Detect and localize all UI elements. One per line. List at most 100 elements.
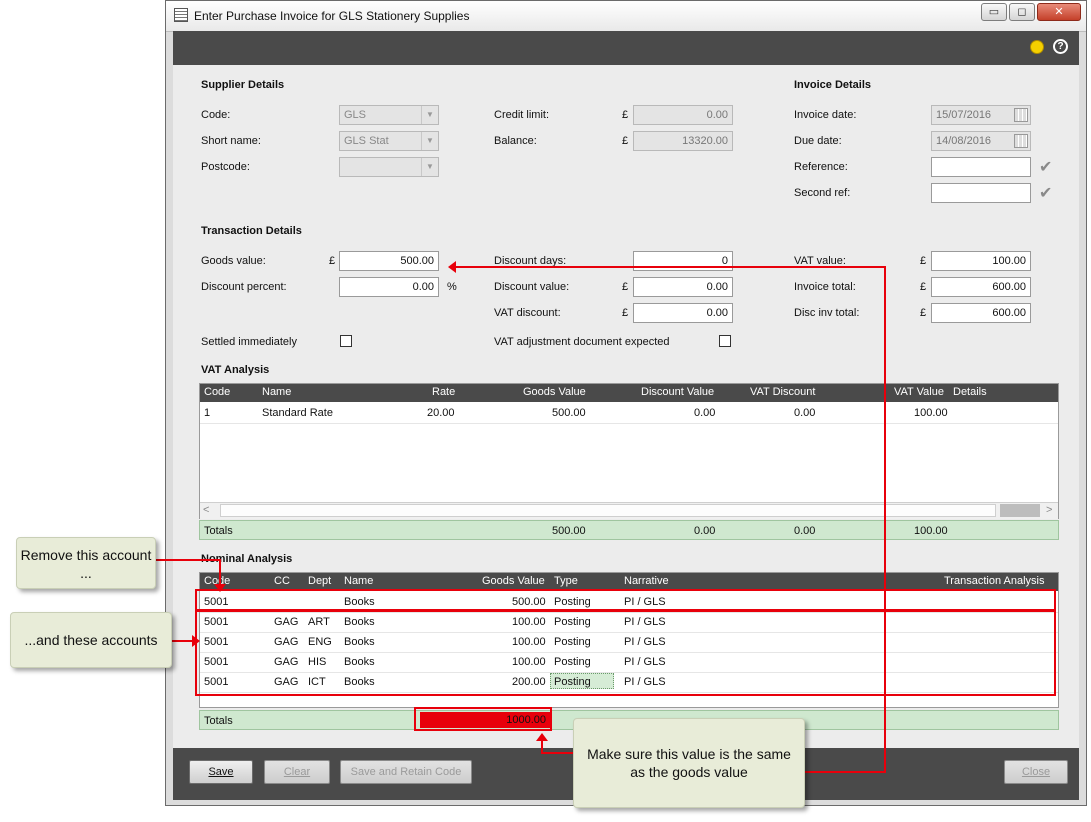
code-label: Code:: [201, 109, 231, 121]
settled-immediately-checkbox[interactable]: [340, 335, 352, 347]
smiley-icon[interactable]: [1030, 40, 1044, 54]
col-name[interactable]: Name: [262, 386, 291, 398]
vat-grid-header: Code Name Rate Goods Value Discount Valu…: [200, 384, 1058, 402]
short-name-dropdown[interactable]: GLS Stat ▼: [339, 131, 439, 151]
maximize-button[interactable]: ◻: [1009, 3, 1035, 21]
col-goods-value[interactable]: Goods Value: [482, 575, 545, 587]
col-discount-value[interactable]: Discount Value: [641, 386, 714, 398]
discount-percent-label: Discount percent:: [201, 281, 287, 293]
checkmark-icon[interactable]: ✔: [1039, 183, 1052, 203]
disc-inv-total-input[interactable]: 600.00: [931, 303, 1031, 323]
supplier-code-dropdown[interactable]: GLS ▼: [339, 105, 439, 125]
window-title: Enter Purchase Invoice for GLS Stationer…: [194, 9, 470, 23]
col-transaction-analysis[interactable]: Transaction Analysis: [944, 575, 1044, 587]
these-accounts-highlight: [195, 610, 1056, 696]
discount-value-input[interactable]: 0.00: [633, 277, 733, 297]
vat-adjustment-checkbox[interactable]: [719, 335, 731, 347]
arrow-down-icon: [214, 584, 226, 592]
invoice-total-input[interactable]: 600.00: [931, 277, 1031, 297]
short-name-label: Short name:: [201, 135, 261, 147]
calendar-icon[interactable]: [1014, 134, 1028, 148]
connector-goods-top: [456, 266, 886, 268]
save-button[interactable]: Save: [189, 760, 253, 784]
remove-account-highlight: [195, 589, 1056, 611]
arrow-up-icon: [536, 733, 548, 741]
settled-immediately-label: Settled immediately: [201, 336, 297, 348]
vat-totals-vat-discount: 0.00: [794, 525, 816, 537]
vat-discount-cell: 0.00: [694, 407, 716, 419]
col-dept[interactable]: Dept: [308, 575, 331, 587]
window-app-icon: [174, 8, 188, 22]
col-vat-discount[interactable]: VAT Discount: [750, 386, 815, 398]
balance-field: 13320.00: [633, 131, 733, 151]
connector-remove-h: [150, 559, 220, 561]
col-cc[interactable]: CC: [274, 575, 290, 587]
short-name-value: GLS Stat: [344, 135, 389, 147]
discount-days-input[interactable]: 0: [633, 251, 733, 271]
vat-totals-label: Totals: [204, 525, 233, 537]
clear-button[interactable]: Clear: [264, 760, 330, 784]
checkmark-icon[interactable]: ✔: [1039, 157, 1052, 177]
vat-value-currency: £: [920, 255, 927, 267]
chevron-down-icon: ▼: [421, 132, 438, 150]
make-sure-callout-text: Make sure this value is the same as the …: [587, 746, 791, 780]
credit-limit-label: Credit limit:: [494, 109, 550, 121]
scroll-thumb[interactable]: [220, 504, 996, 517]
vat-discount-input[interactable]: 0.00: [633, 303, 733, 323]
horizontal-scrollbar[interactable]: < >: [200, 502, 1058, 519]
scroll-left-icon[interactable]: <: [203, 504, 209, 516]
close-button[interactable]: Close: [1004, 760, 1068, 784]
calendar-icon[interactable]: [1014, 108, 1028, 122]
col-vat-value[interactable]: VAT Value: [894, 386, 944, 398]
table-row[interactable]: 1 Standard Rate 20.00 500.00 0.00 0.00 1…: [200, 403, 1058, 424]
credit-limit-currency: £: [622, 109, 629, 121]
vat-vat-discount-cell: 0.00: [794, 407, 816, 419]
col-name[interactable]: Name: [344, 575, 373, 587]
minimize-button[interactable]: ▭: [981, 3, 1007, 21]
percent-sign: %: [447, 281, 457, 293]
second-ref-input[interactable]: [931, 183, 1031, 203]
postcode-label: Postcode:: [201, 161, 250, 173]
scroll-track-end: [1000, 504, 1040, 517]
discount-value-currency: £: [622, 281, 629, 293]
chevron-down-icon: ▼: [421, 106, 438, 124]
connector-make-sure-v: [541, 740, 543, 754]
balance-label: Balance:: [494, 135, 537, 147]
col-goods-value[interactable]: Goods Value: [523, 386, 586, 398]
col-code[interactable]: Code: [204, 386, 230, 398]
goods-value-input[interactable]: 500.00: [339, 251, 439, 271]
vat-goods-cell: 500.00: [552, 407, 586, 419]
invoice-date-field[interactable]: 15/07/2016: [931, 105, 1031, 125]
vat-value-input[interactable]: 100.00: [931, 251, 1031, 271]
due-date-field[interactable]: 14/08/2016: [931, 131, 1031, 151]
save-and-retain-code-button[interactable]: Save and Retain Code: [340, 760, 472, 784]
vat-code-cell: 1: [204, 407, 211, 419]
title-bar: Enter Purchase Invoice for GLS Stationer…: [166, 1, 1086, 32]
disc-inv-total-label: Disc inv total:: [794, 307, 860, 319]
vat-adjustment-label: VAT adjustment document expected: [494, 336, 670, 348]
col-narrative[interactable]: Narrative: [624, 575, 669, 587]
balance-currency: £: [622, 135, 629, 147]
postcode-dropdown[interactable]: ▼: [339, 157, 439, 177]
vat-totals-row: Totals 500.00 0.00 0.00 100.00: [199, 520, 1059, 540]
chevron-down-icon: ▼: [421, 158, 438, 176]
due-date-label: Due date:: [794, 135, 842, 147]
col-details[interactable]: Details: [953, 386, 987, 398]
vat-name-cell: Standard Rate: [262, 407, 333, 419]
col-rate[interactable]: Rate: [432, 386, 455, 398]
due-date-value: 14/08/2016: [936, 135, 992, 147]
disc-inv-total-currency: £: [920, 307, 927, 319]
vat-analysis-heading: VAT Analysis: [201, 364, 270, 376]
nominal-total-highlight: [414, 707, 552, 731]
invoice-date-label: Invoice date:: [794, 109, 857, 121]
arrow-left-icon: [448, 261, 456, 273]
close-window-button[interactable]: ✕: [1037, 3, 1081, 21]
col-type[interactable]: Type: [554, 575, 578, 587]
vat-discount-currency: £: [622, 307, 629, 319]
scroll-right-icon[interactable]: >: [1046, 504, 1052, 516]
discount-percent-input[interactable]: 0.00: [339, 277, 439, 297]
connector-goods-vertical: [884, 266, 886, 773]
help-icon[interactable]: ?: [1053, 39, 1068, 54]
supplier-code-value: GLS: [344, 109, 367, 121]
reference-input[interactable]: [931, 157, 1031, 177]
